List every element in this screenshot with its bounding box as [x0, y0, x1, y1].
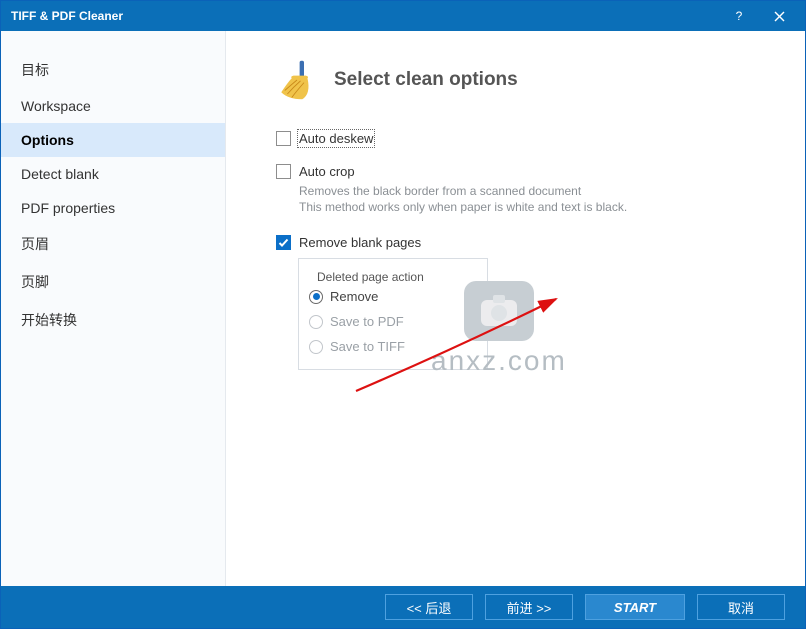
radio-save-tiff-label: Save to TIFF — [330, 339, 405, 354]
remove-blank-checkbox[interactable] — [276, 235, 291, 250]
radio-save-pdf-input[interactable] — [309, 315, 323, 329]
titlebar: TIFF & PDF Cleaner ? — [1, 1, 805, 31]
auto-deskew-label: Auto deskew — [299, 131, 373, 146]
app-window: TIFF & PDF Cleaner ? 目标 Workspace Option… — [0, 0, 806, 629]
radio-save-tiff[interactable]: Save to TIFF — [309, 334, 459, 359]
radio-save-tiff-input[interactable] — [309, 340, 323, 354]
window-title: TIFF & PDF Cleaner — [11, 9, 719, 23]
auto-crop-hint-1: Removes the black border from a scanned … — [299, 183, 783, 199]
footer: << 后退 前进 >> START 取消 — [1, 586, 805, 628]
auto-crop-hint-2: This method works only when paper is whi… — [299, 199, 783, 215]
auto-deskew-checkbox[interactable] — [276, 131, 291, 146]
auto-crop-label: Auto crop — [299, 164, 355, 179]
sidebar-item-pdf-properties[interactable]: PDF properties — [1, 191, 225, 225]
page-header: Select clean options — [276, 59, 783, 101]
auto-crop-hint: Removes the black border from a scanned … — [299, 183, 783, 215]
deleted-action-fieldset: Deleted page action Remove Save to PDF S… — [298, 258, 488, 370]
radio-remove-label: Remove — [330, 289, 378, 304]
help-button[interactable]: ? — [719, 1, 759, 31]
radio-save-pdf-label: Save to PDF — [330, 314, 404, 329]
auto-deskew-group: Auto deskew — [276, 129, 783, 148]
sidebar-item-footer[interactable]: 页脚 — [1, 263, 225, 301]
back-button[interactable]: << 后退 — [385, 594, 473, 620]
close-button[interactable] — [759, 1, 799, 31]
deleted-action-legend: Deleted page action — [313, 270, 428, 284]
radio-remove-input[interactable] — [309, 290, 323, 304]
radio-remove[interactable]: Remove — [309, 284, 459, 309]
help-icon: ? — [736, 9, 743, 23]
auto-crop-group: Auto crop Removes the black border from … — [276, 162, 783, 215]
sidebar-item-start[interactable]: 开始转换 — [1, 301, 225, 339]
remove-blank-group: Remove blank pages Deleted page action R… — [276, 233, 783, 370]
remove-blank-label: Remove blank pages — [299, 235, 421, 250]
next-button[interactable]: 前进 >> — [485, 594, 573, 620]
content-pane: Select clean options Auto deskew Auto cr… — [226, 31, 805, 586]
sidebar-item-detect-blank[interactable]: Detect blank — [1, 157, 225, 191]
sidebar-item-target[interactable]: 目标 — [1, 51, 225, 89]
cancel-button[interactable]: 取消 — [697, 594, 785, 620]
sidebar-item-workspace[interactable]: Workspace — [1, 89, 225, 123]
sidebar-item-header[interactable]: 页眉 — [1, 225, 225, 263]
close-icon — [774, 11, 785, 22]
auto-crop-checkbox[interactable] — [276, 164, 291, 179]
body: 目标 Workspace Options Detect blank PDF pr… — [1, 31, 805, 586]
radio-save-pdf[interactable]: Save to PDF — [309, 309, 459, 334]
sidebar-item-options[interactable]: Options — [1, 123, 225, 157]
broom-icon — [276, 59, 318, 101]
start-button[interactable]: START — [585, 594, 685, 620]
page-title: Select clean options — [334, 69, 518, 91]
sidebar: 目标 Workspace Options Detect blank PDF pr… — [1, 31, 226, 586]
